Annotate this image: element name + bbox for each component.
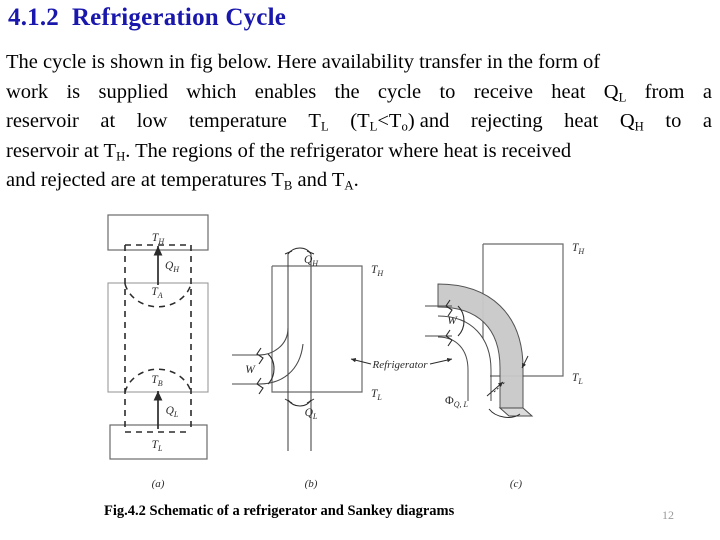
w-cycle: cycle	[377, 80, 422, 103]
panel-c-label-tl: TL	[572, 372, 583, 386]
panel-b-device-arrow-left	[350, 358, 372, 365]
panel-c-band-base	[498, 407, 534, 417]
body-line-4: reservoir at TH. The regions of the refr…	[6, 139, 572, 164]
panel-b-scale-box	[271, 265, 363, 393]
panel-b: QH QL W TH TL Refrigerator (b)	[232, 247, 453, 490]
w-supplied: supplied	[98, 80, 168, 103]
panel-c-label-th: TH	[572, 242, 585, 256]
panel-b-work-brace	[267, 353, 275, 385]
panel-b-label-tl: TL	[371, 388, 382, 402]
panel-b-label-w: W	[245, 364, 256, 376]
panel-b-device-arrow-right	[429, 357, 453, 365]
panel-a: TH QH TA TB QL TL (a)	[107, 214, 209, 490]
panel-a-label-ql: QL	[166, 405, 179, 419]
body-line-3: reservoir at low temperature TL (TL<To) …	[6, 107, 712, 137]
panel-c-label-exergy: ΦQ, L	[445, 393, 469, 409]
w-reservoir: reservoir	[6, 110, 79, 133]
panel-c-inner-fill	[438, 316, 490, 401]
w-rejecting: rejecting	[470, 110, 543, 133]
panel-a-label-tl: TL	[152, 439, 163, 453]
page-number: 12	[662, 508, 674, 522]
panel-b-label-qh: QH	[304, 254, 319, 268]
panel-b-work-curve-lower	[258, 343, 304, 385]
panel-c-label-w: W	[447, 315, 458, 327]
panel-c: W ΦQ, L TH TL (c)	[425, 242, 585, 490]
w-heat2: heat	[564, 110, 599, 133]
slide-root: 4.1.2 Refrigeration Cycle The cycle is s…	[0, 0, 720, 540]
w-to2: to	[665, 110, 682, 133]
w-at: at	[100, 110, 116, 133]
w-a: a	[702, 80, 712, 103]
panel-a-caption: (a)	[152, 478, 165, 490]
panel-b-work-curve-upper	[258, 327, 289, 356]
figure-caption: Fig.4.2 Schematic of a refrigerator and …	[104, 503, 455, 519]
w-work: work	[6, 80, 49, 103]
panel-b-work-tick-top	[256, 347, 264, 365]
body-line-1: The cycle is shown in fig below. Here av…	[6, 51, 601, 73]
panel-b-label-th: TH	[371, 264, 384, 278]
panel-b-label-ql: QL	[305, 407, 318, 421]
body-paragraph: The cycle is shown in fig below. Here av…	[6, 48, 714, 196]
w-to: to	[439, 80, 456, 103]
w-enables: enables	[254, 80, 317, 103]
panel-a-label-qh: QH	[165, 260, 180, 274]
body-line-5: and rejected are at temperatures TB and …	[6, 169, 359, 193]
inequality-t-l-lt-t-o: (TL<To) and	[350, 110, 450, 134]
w-the: the	[334, 80, 360, 103]
body-line-2: work is supplied which enables the cycle…	[6, 78, 712, 108]
panel-b-label-device: Refrigerator	[372, 359, 429, 371]
w-low: low	[136, 110, 168, 133]
panel-b-work-tick-bottom	[256, 377, 264, 395]
w-is: is	[66, 80, 81, 103]
symbol-t-l: TL	[308, 110, 329, 134]
w-temperature: temperature	[189, 110, 287, 133]
symbol-q-l: QL	[603, 80, 627, 105]
symbol-q-h: QH	[619, 110, 644, 134]
panel-b-caption: (b)	[305, 478, 318, 490]
w-receive: receive	[473, 80, 533, 103]
w-which: which	[186, 80, 237, 103]
panel-a-cold-reservoir-box	[109, 424, 208, 460]
w-a2: a	[702, 110, 712, 133]
figure-refrigerator-sankey: TH QH TA TB QL TL (a) QH QL W TH TL Refr…	[0, 196, 720, 501]
panel-c-caption: (c)	[510, 478, 523, 490]
w-from: from	[644, 80, 685, 103]
panel-a-label-ta: TA	[151, 286, 162, 300]
page-title: 4.1.2 Refrigeration Cycle	[8, 4, 287, 31]
panel-a-label-tb: TB	[151, 374, 162, 388]
w-heat: heat	[551, 80, 586, 103]
panel-a-label-th: TH	[152, 232, 165, 246]
